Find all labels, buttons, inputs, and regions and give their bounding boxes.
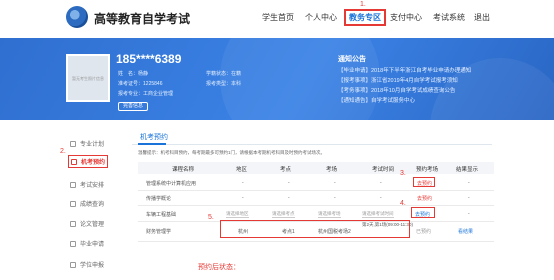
notice-item[interactable]: 【通知通告】自学考试服务中心 bbox=[338, 96, 415, 104]
row1-course: 管理系统中计算机应用 bbox=[146, 181, 197, 187]
field-name: 姓 名：杨静 bbox=[118, 71, 149, 77]
annotation-2: 2. bbox=[60, 148, 66, 155]
tab-underline bbox=[138, 143, 166, 145]
row2-result: - bbox=[468, 195, 470, 201]
logo-icon bbox=[66, 6, 88, 28]
tab-exam-booking[interactable]: 机考预约 bbox=[140, 132, 168, 142]
notice-title: 通知公告 bbox=[338, 56, 366, 63]
sidebar-item-degree[interactable]: 学位申报 bbox=[70, 260, 104, 269]
time-select[interactable]: 请选择考试时间 bbox=[362, 211, 394, 218]
complete-info-button[interactable]: 完善信息 bbox=[118, 102, 148, 111]
row-divider bbox=[138, 241, 494, 242]
notice-item[interactable]: 【考务事项】2018年10月自学考试成绩查询公告 bbox=[338, 86, 455, 94]
user-masked-id: 185****6389 bbox=[116, 52, 182, 66]
avatar: 暂无考生照片信息 bbox=[66, 54, 110, 102]
chart-icon bbox=[70, 201, 76, 207]
sidebar-item-thesis[interactable]: 论文管理 bbox=[70, 219, 104, 228]
sidebar-item-exam-schedule[interactable]: 考试安排 bbox=[70, 180, 104, 189]
col-book: 预约考场 bbox=[416, 167, 439, 173]
schedule-icon bbox=[70, 182, 76, 188]
sidebar-item-graduation[interactable]: 毕业申请 bbox=[70, 239, 104, 248]
annotation-3: 3. bbox=[400, 170, 406, 177]
row-divider bbox=[138, 190, 494, 191]
row2-region: - bbox=[242, 195, 244, 201]
field-exam-type: 报考类型：本科 bbox=[206, 81, 242, 87]
row2-time: - bbox=[380, 195, 382, 201]
nav-exam-system[interactable]: 考试系统 bbox=[433, 12, 465, 23]
nav-logout[interactable]: 退出 bbox=[474, 12, 490, 23]
row3-course: 车辆工程基础 bbox=[146, 212, 177, 218]
row-divider bbox=[138, 205, 494, 206]
annotation-1: 1. bbox=[360, 1, 366, 8]
nav-student-home[interactable]: 学生首页 bbox=[262, 12, 294, 23]
field-major: 报考专业：工商企业管理 bbox=[118, 91, 174, 97]
row3-result: - bbox=[468, 211, 470, 217]
row4-course: 财务管理学 bbox=[146, 229, 172, 235]
row2-room: - bbox=[334, 195, 336, 201]
row1-region: - bbox=[242, 180, 244, 186]
col-room: 考场 bbox=[326, 167, 338, 173]
annotation-4: 4. bbox=[400, 200, 406, 207]
row1-room: - bbox=[334, 180, 336, 186]
site-brand: 高等教育自学考试 bbox=[94, 12, 191, 26]
tab-divider bbox=[132, 144, 492, 145]
region-select[interactable]: 请选择地区 bbox=[226, 211, 249, 218]
graduation-icon bbox=[70, 241, 76, 247]
col-region: 地区 bbox=[236, 167, 248, 173]
col-course: 课程名称 bbox=[172, 167, 195, 173]
col-site: 考点 bbox=[280, 167, 292, 173]
col-time: 考试时间 bbox=[372, 167, 395, 173]
highlight-box bbox=[411, 207, 435, 218]
nav-payment-center[interactable]: 支付中心 bbox=[390, 12, 422, 23]
row1-time: - bbox=[380, 180, 382, 186]
field-status: 学籍状态：在籍 bbox=[206, 71, 242, 77]
row1-site: - bbox=[288, 180, 290, 186]
nav-academic-zone[interactable]: 教务专区 bbox=[344, 9, 386, 26]
notice-item[interactable]: 【毕业申请】2018年下半年浙江自考毕业申请办理通知 bbox=[338, 66, 471, 74]
paper-icon bbox=[70, 221, 76, 227]
site-select[interactable]: 请选择考点 bbox=[272, 211, 295, 218]
row2-book-button[interactable]: 去预约 bbox=[417, 195, 432, 202]
col-result: 结果显示 bbox=[456, 167, 479, 173]
calendar-icon bbox=[71, 159, 77, 165]
sidebar-item-exam-booking[interactable]: 机考预约 bbox=[68, 155, 109, 168]
sidebar-item-score-query[interactable]: 成绩查询 bbox=[70, 199, 104, 208]
after-booking-note: 预约后状态： bbox=[198, 264, 240, 271]
field-admission-no: 准考证号：1225846 bbox=[118, 81, 163, 87]
annotation-5: 5. bbox=[208, 214, 214, 221]
notice-item[interactable]: 【报考事项】浙江省2019年4月自学考试报考须知 bbox=[338, 76, 458, 84]
row2-site: - bbox=[288, 195, 290, 201]
row4-view-result[interactable]: 看结果 bbox=[458, 228, 473, 235]
row2-course: 传播学概论 bbox=[146, 196, 172, 202]
sidebar-item-major-plan[interactable]: 专业计划 bbox=[70, 139, 104, 148]
highlight-box bbox=[220, 220, 410, 238]
highlight-box bbox=[413, 177, 435, 187]
row4-booked-status: 已预约 bbox=[416, 229, 432, 235]
booking-tip: 温馨提示：机考科目预约，每考期最多可预约1门，请根据本考期机考科目及时预约考试场… bbox=[138, 150, 325, 155]
top-header: 高等教育自学考试 学生首页 个人中心 教务专区 支付中心 考试系统 退出 1. bbox=[0, 0, 554, 38]
room-select[interactable]: 请选择考场 bbox=[318, 211, 341, 218]
document-icon bbox=[70, 141, 76, 147]
degree-icon bbox=[70, 262, 76, 268]
nav-personal-center[interactable]: 个人中心 bbox=[305, 12, 337, 23]
row1-result: - bbox=[468, 180, 470, 186]
